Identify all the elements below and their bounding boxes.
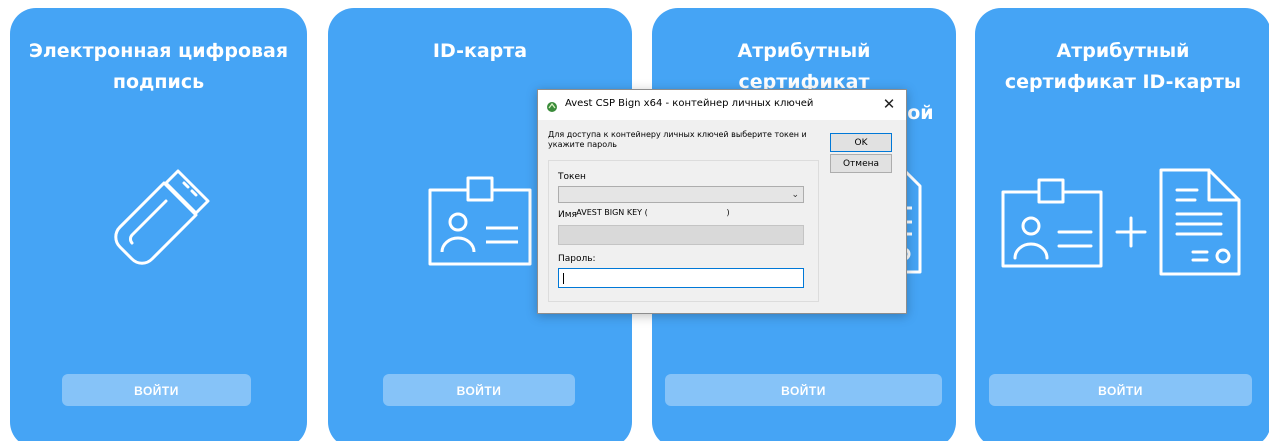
avest-app-icon [546, 98, 558, 117]
card-digital-signature: Электронная цифровая подпись ВОЙТИ [10, 8, 307, 441]
text-caret [563, 273, 564, 284]
name-label: Имя [558, 210, 577, 220]
usb-key-icon [106, 163, 216, 273]
dialog-titlebar[interactable]: Avest CSP Bign x64 - контейнер личных кл… [538, 90, 906, 120]
dialog-title: Avest CSP Bign x64 - контейнер личных кл… [565, 98, 814, 109]
chevron-down-icon: ⌄ [791, 190, 799, 200]
login-button[interactable]: ВОЙТИ [665, 374, 942, 406]
card-title: Электронная цифровая подпись [28, 40, 289, 93]
id-badge-icon [426, 176, 536, 268]
close-icon[interactable]: ✕ [878, 94, 900, 114]
page: Электронная цифровая подпись ВОЙТИ ID-ка… [0, 0, 1269, 441]
card-title: ID-карта [432, 40, 528, 62]
ok-button[interactable]: OK [830, 133, 892, 152]
dialog-prompt: Для доступа к контейнеру личных ключей в… [548, 130, 807, 149]
cancel-button[interactable]: Отмена [830, 154, 892, 173]
password-field[interactable] [558, 268, 804, 288]
login-button[interactable]: ВОЙТИ [989, 374, 1252, 406]
token-label: Токен [558, 172, 586, 182]
token-select-value: AVEST BIGN KEY ( ) [576, 208, 730, 217]
card-attribute-certificate-id: Атрибутный сертификат ID-карты ВОЙТИ [975, 8, 1269, 441]
key-container-dialog: Avest CSP Bign x64 - контейнер личных кл… [537, 89, 907, 314]
password-label: Пароль: [558, 254, 596, 264]
id-badge-plus-document-icon [999, 166, 1249, 276]
login-button[interactable]: ВОЙТИ [62, 374, 251, 406]
name-field [558, 225, 804, 245]
card-title: Атрибутный сертификат ID-карты [1004, 40, 1242, 93]
login-button[interactable]: ВОЙТИ [383, 374, 575, 406]
token-select[interactable]: AVEST BIGN KEY ( ) ⌄ [558, 186, 804, 217]
